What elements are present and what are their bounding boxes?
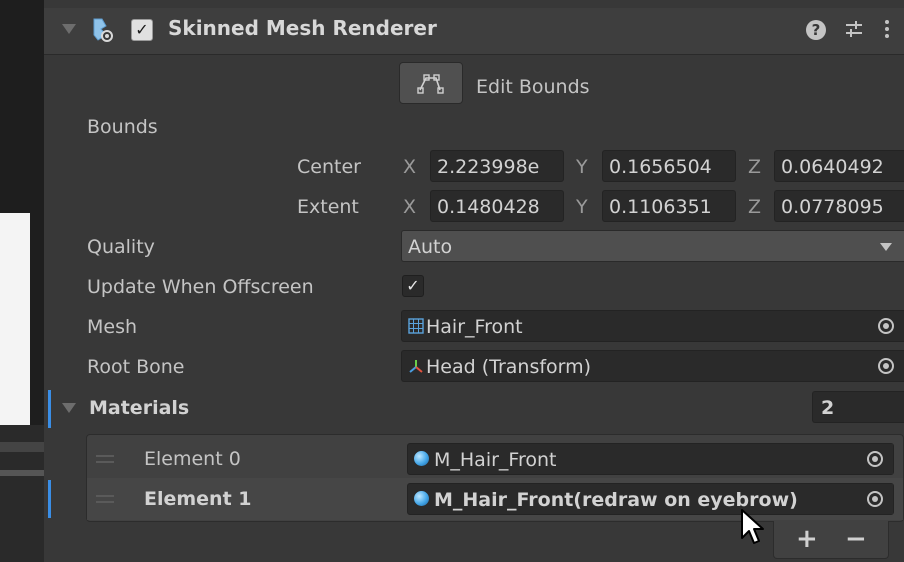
- root-bone-object-field[interactable]: Head (Transform): [401, 350, 904, 382]
- mouse-cursor-icon: [740, 508, 766, 548]
- remove-element-button[interactable]: −: [845, 524, 867, 554]
- component-title: Skinned Mesh Renderer: [168, 16, 437, 40]
- object-picker-icon[interactable]: [867, 491, 883, 507]
- dropdown-arrow-icon[interactable]: [880, 243, 892, 251]
- context-menu-icon[interactable]: [884, 18, 890, 40]
- mesh-object-field[interactable]: Hair_Front: [401, 310, 904, 342]
- root-bone-label: Root Bone: [87, 356, 185, 378]
- quality-dropdown[interactable]: Auto: [401, 230, 904, 262]
- extent-y-axis-label[interactable]: Y: [576, 196, 588, 218]
- extent-x-axis-label[interactable]: X: [403, 196, 416, 218]
- extent-label: Extent: [297, 196, 359, 218]
- mesh-value: Hair_Front: [426, 316, 523, 338]
- side-strip-band: [0, 442, 44, 452]
- component-enabled-checkbox[interactable]: ✓: [131, 19, 153, 41]
- quality-label: Quality: [87, 236, 155, 258]
- materials-foldout-arrow-icon[interactable]: [62, 403, 76, 413]
- extent-y-field[interactable]: 0.1106351: [602, 190, 736, 222]
- update-when-offscreen-checkbox[interactable]: ✓: [402, 275, 424, 297]
- add-element-button[interactable]: +: [796, 524, 818, 554]
- extent-z-axis-label[interactable]: Z: [748, 196, 761, 218]
- presets-icon[interactable]: [843, 18, 865, 40]
- skinned-mesh-renderer-icon: [90, 16, 118, 44]
- root-bone-value: Head (Transform): [426, 356, 592, 378]
- side-strip-light-panel: [0, 213, 30, 425]
- element-1-picker-button[interactable]: [858, 484, 893, 514]
- element-0-value: M_Hair_Front: [434, 449, 557, 471]
- element-1-selection-bar: [48, 480, 51, 518]
- center-label: Center: [297, 156, 361, 178]
- foldout-arrow-icon[interactable]: [62, 24, 76, 34]
- extent-x-field[interactable]: 0.1480428: [430, 190, 564, 222]
- element-0-label: Element 0: [144, 448, 241, 470]
- element-1-object-field[interactable]: M_Hair_Front(redraw on eyebrow): [407, 483, 894, 515]
- element-1-label: Element 1: [144, 488, 252, 510]
- quality-dropdown-value: Auto: [408, 236, 453, 258]
- material-sphere-icon: [414, 491, 429, 506]
- object-picker-icon[interactable]: [878, 358, 894, 374]
- mesh-picker-button[interactable]: [868, 311, 904, 341]
- materials-selection-bar: [48, 390, 51, 428]
- side-strip-band: [0, 470, 44, 476]
- center-y-field[interactable]: 0.1656504: [602, 150, 736, 182]
- update-when-offscreen-label: Update When Offscreen: [87, 276, 314, 298]
- center-z-axis-label[interactable]: Z: [748, 156, 761, 178]
- mesh-grid-icon: [408, 317, 424, 334]
- material-sphere-icon: [414, 451, 429, 466]
- list-footer: [773, 521, 889, 559]
- center-y-axis-label[interactable]: Y: [576, 156, 588, 178]
- element-0-picker-button[interactable]: [858, 444, 893, 474]
- center-x-field[interactable]: 2.223998e: [430, 150, 564, 182]
- drag-handle-icon[interactable]: [96, 495, 114, 503]
- materials-count-field[interactable]: 2: [812, 391, 904, 423]
- edit-bounds-label: Edit Bounds: [476, 76, 590, 98]
- edit-bounds-icon: [417, 74, 444, 94]
- materials-label[interactable]: Materials: [89, 397, 189, 419]
- object-picker-icon[interactable]: [867, 451, 883, 467]
- bounds-label: Bounds: [87, 116, 158, 138]
- transform-axes-icon: [409, 359, 423, 373]
- extent-z-field[interactable]: 0.0778095: [774, 190, 904, 222]
- mesh-label: Mesh: [87, 316, 138, 338]
- edit-bounds-button[interactable]: [399, 62, 463, 104]
- help-icon[interactable]: ?: [806, 20, 826, 40]
- element-0-object-field[interactable]: M_Hair_Front: [407, 443, 894, 475]
- object-picker-icon[interactable]: [878, 318, 894, 334]
- center-z-field[interactable]: 0.0640492: [774, 150, 904, 182]
- drag-handle-icon[interactable]: [96, 455, 114, 463]
- root-bone-picker-button[interactable]: [868, 351, 904, 381]
- center-x-axis-label[interactable]: X: [403, 156, 416, 178]
